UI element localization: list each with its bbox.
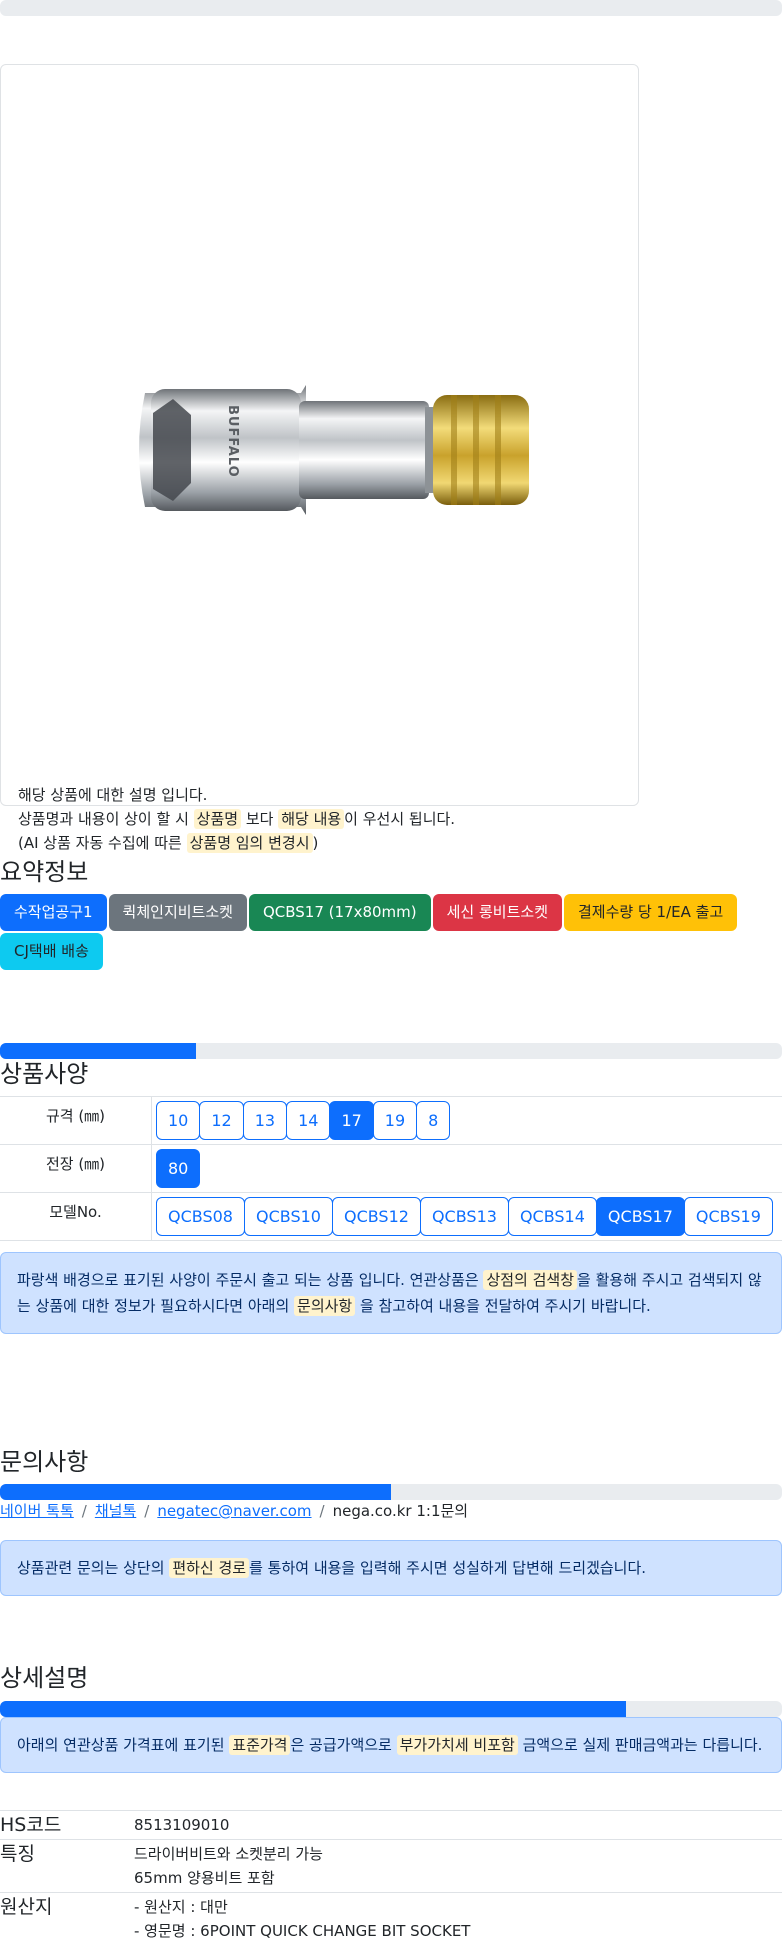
summary-badges: 수작업공구1 퀵체인지비트소켓 QCBS17 (17x80mm) 세신 롱비트소… bbox=[0, 894, 782, 970]
model-option-qcbs13[interactable]: QCBS13 bbox=[419, 1197, 509, 1236]
inquiry-links: 네이버 톡톡 / 채널톡 / negatec@naver.com / nega.co.kr … bbox=[0, 1502, 469, 1520]
specs-progress-bar bbox=[0, 1043, 782, 1059]
size-option-13[interactable]: 13 bbox=[242, 1101, 288, 1140]
model-option-qcbs17-selected[interactable]: QCBS17 bbox=[595, 1197, 685, 1236]
detail-row-hscode: HS코드 8513109010 bbox=[0, 1810, 782, 1840]
badge-category: 수작업공구1 bbox=[0, 894, 107, 931]
size-option-17-selected[interactable]: 17 bbox=[329, 1101, 374, 1140]
top-progress-bar bbox=[0, 0, 782, 16]
spec-label-length: 전장 (㎜) bbox=[0, 1144, 152, 1193]
detail-key-origin: 원산지 bbox=[0, 1892, 134, 1945]
summary-title: 요약정보 bbox=[0, 858, 89, 886]
detail-row-origin: 원산지 - 원산지 : 대만 - 영문명 : 6POINT QUICK CHANG… bbox=[0, 1892, 782, 1945]
detail-value-features: 드라이버비트와 소켓분리 가능 65mm 양용비트 포함 bbox=[134, 1839, 782, 1893]
size-option-12[interactable]: 12 bbox=[199, 1101, 244, 1140]
inquiry-site-text: nega.co.kr 1:1문의 bbox=[332, 1502, 469, 1520]
product-description: 해당 상품에 대한 설명 입니다. 상품명과 내용이 상이 할 시 상품명 보다… bbox=[18, 783, 455, 855]
link-naver-talktalk[interactable]: 네이버 톡톡 bbox=[0, 1502, 74, 1520]
inquiry-title: 문의사항 bbox=[0, 1448, 89, 1476]
link-channel-talk[interactable]: 채널톡 bbox=[95, 1502, 136, 1520]
length-option-80-selected[interactable]: 80 bbox=[156, 1149, 201, 1188]
specs-notice: 파랑색 배경으로 표기된 사양이 주문시 출고 되는 상품 입니다. 연관상품은… bbox=[0, 1252, 782, 1334]
spec-row-model: 모델No. QCBS08 QCBS10 QCBS12 QCBS13 QCBS14… bbox=[0, 1192, 782, 1241]
detail-value-hscode: 8513109010 bbox=[134, 1810, 782, 1840]
inquiry-progress-bar bbox=[0, 1484, 782, 1500]
product-card: BUFFALO 해당 상품에 대한 설명 입니다. 상품명과 내용이 상이 할 … bbox=[0, 64, 639, 853]
desc-line-1: 해당 상품에 대한 설명 입니다. bbox=[18, 786, 208, 804]
spec-table: 규격 (㎜) 10 12 13 14 17 19 8 전장 (㎜) 80 모델N… bbox=[0, 1096, 782, 1241]
badge-subcategory: 퀵체인지비트소켓 bbox=[108, 894, 247, 931]
model-option-qcbs08[interactable]: QCBS08 bbox=[156, 1197, 245, 1236]
badge-model: QCBS17 (17x80mm) bbox=[248, 894, 431, 931]
spec-row-size: 규격 (㎜) 10 12 13 14 17 19 8 bbox=[0, 1096, 782, 1145]
size-options: 10 12 13 14 17 19 8 bbox=[156, 1101, 778, 1140]
details-progress-bar bbox=[0, 1701, 782, 1717]
spec-label-size: 규격 (㎜) bbox=[0, 1096, 152, 1145]
model-options: QCBS08 QCBS10 QCBS12 QCBS13 QCBS14 QCBS1… bbox=[156, 1197, 778, 1236]
specs-title: 상품사양 bbox=[0, 1060, 89, 1088]
detail-row-features: 특징 드라이버비트와 소켓분리 가능 65mm 양용비트 포함 bbox=[0, 1839, 782, 1893]
product-brand-text: BUFFALO bbox=[225, 405, 240, 478]
details-progress-fill bbox=[0, 1701, 626, 1717]
product-image: BUFFALO bbox=[139, 385, 529, 515]
length-options: 80 bbox=[156, 1149, 778, 1188]
size-option-8[interactable]: 8 bbox=[416, 1101, 451, 1140]
detail-table: HS코드 8513109010 특징 드라이버비트와 소켓분리 가능 65mm 양… bbox=[0, 1810, 782, 1945]
model-option-qcbs10[interactable]: QCBS10 bbox=[243, 1197, 333, 1236]
size-option-19[interactable]: 19 bbox=[372, 1101, 418, 1140]
desc-line-2: 상품명과 내용이 상이 할 시 상품명 보다 해당 내용 이 우선시 됩니다. bbox=[18, 809, 456, 829]
link-email[interactable]: negatec@naver.com bbox=[157, 1502, 311, 1520]
model-option-qcbs12[interactable]: QCBS12 bbox=[331, 1197, 421, 1236]
badge-brand: 세신 롱비트소켓 bbox=[432, 894, 562, 931]
size-option-10[interactable]: 10 bbox=[156, 1101, 201, 1140]
detail-value-origin: - 원산지 : 대만 - 영문명 : 6POINT QUICK CHANGE BI… bbox=[134, 1892, 782, 1945]
inquiry-progress-fill bbox=[0, 1484, 391, 1500]
badge-shipping: CJ택배 배송 bbox=[0, 933, 103, 970]
details-notice: 아래의 연관상품 가격표에 표기된 표준가격 은 공급가액으로 부가가치세 비포함… bbox=[0, 1717, 782, 1773]
model-option-qcbs19[interactable]: QCBS19 bbox=[683, 1197, 773, 1236]
badge-quantity: 결제수량 당 1/EA 출고 bbox=[564, 894, 738, 931]
details-title: 상세설명 bbox=[0, 1664, 89, 1692]
size-option-14[interactable]: 14 bbox=[286, 1101, 331, 1140]
detail-key-hscode: HS코드 bbox=[0, 1810, 134, 1840]
model-option-qcbs14[interactable]: QCBS14 bbox=[507, 1197, 597, 1236]
spec-label-model: 모델No. bbox=[0, 1192, 152, 1241]
detail-key-features: 특징 bbox=[0, 1839, 134, 1893]
spec-row-length: 전장 (㎜) 80 bbox=[0, 1144, 782, 1193]
inquiry-notice: 상품관련 문의는 상단의 편하신 경로 를 통하여 내용을 입력해 주시면 성실하… bbox=[0, 1540, 782, 1596]
